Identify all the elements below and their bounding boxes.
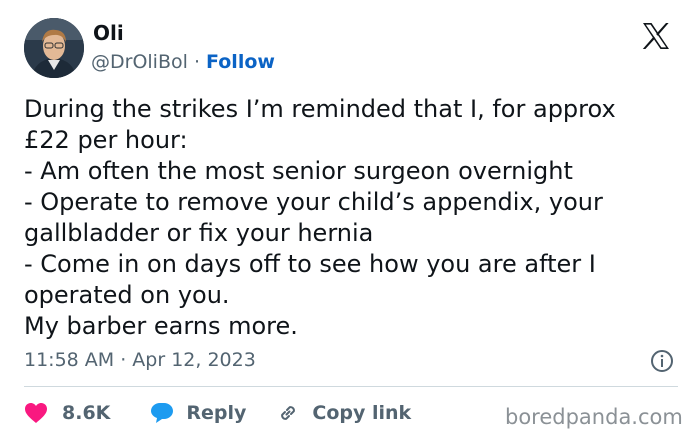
author-handle[interactable]: @DrOliBol (91, 51, 188, 73)
reply-label: Reply (186, 402, 247, 424)
like-count: 8.6K (62, 402, 111, 424)
author-name[interactable]: Oli (93, 20, 124, 46)
heart-icon (24, 402, 48, 424)
x-logo-icon[interactable] (640, 20, 672, 52)
tweet-timestamp[interactable]: 11:58 AM · Apr 12, 2023 (24, 347, 256, 373)
tweet-text: During the strikes I’m reminded that I, … (24, 95, 616, 340)
author-handle-line: @DrOliBol · Follow (91, 50, 275, 74)
watermark: boredpanda.com (505, 405, 683, 429)
speech-bubble-icon (150, 402, 174, 424)
divider (24, 386, 678, 387)
info-icon[interactable] (650, 349, 674, 373)
link-icon (276, 401, 300, 425)
avatar[interactable] (24, 18, 84, 78)
copy-link-button[interactable]: Copy link (276, 401, 411, 425)
action-bar: 8.6K Reply Copy link (24, 400, 411, 426)
handle-separator: · (193, 51, 200, 73)
reply-button[interactable]: Reply (150, 402, 246, 424)
copy-link-label: Copy link (312, 402, 412, 424)
follow-button[interactable]: Follow (206, 51, 275, 73)
like-button[interactable]: 8.6K (24, 402, 110, 424)
